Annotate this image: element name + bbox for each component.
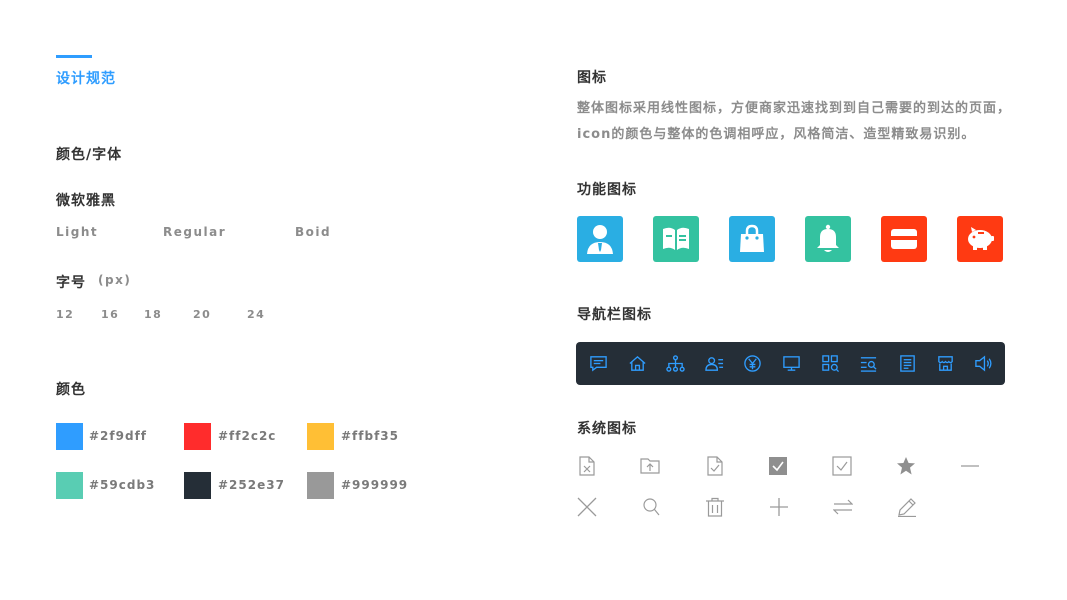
checkbox-checked-icon[interactable] <box>768 456 788 476</box>
nav-icon-bar <box>576 342 1005 385</box>
size-18: 18 <box>144 308 163 321</box>
hex-red: #ff2c2c <box>218 429 277 443</box>
title-accent-bar <box>56 55 92 58</box>
checkbox-icon[interactable] <box>832 456 852 476</box>
bell-icon <box>805 216 851 262</box>
apps-icon[interactable] <box>821 354 840 373</box>
search-list-icon[interactable] <box>859 354 878 373</box>
file-delete-icon[interactable] <box>577 456 597 476</box>
home-icon[interactable] <box>628 354 647 373</box>
hex-teal: #59cdb3 <box>89 478 156 492</box>
folder-upload-icon[interactable] <box>640 456 660 476</box>
weight-light: Light <box>56 225 99 239</box>
font-name: 微软雅黑 <box>56 193 116 209</box>
system-icons-heading: 系统图标 <box>577 421 637 437</box>
document-icon[interactable] <box>898 354 917 373</box>
weight-bold: Boid <box>295 225 332 239</box>
book-icon <box>653 216 699 262</box>
close-icon[interactable] <box>577 497 597 517</box>
contacts-icon[interactable] <box>705 354 724 373</box>
color-font-heading: 颜色/字体 <box>56 147 123 163</box>
shopping-bag-icon <box>729 216 775 262</box>
star-icon[interactable] <box>896 456 916 476</box>
colors-heading: 颜色 <box>56 382 86 398</box>
user-icon <box>577 216 623 262</box>
size-24: 24 <box>247 308 266 321</box>
size-20: 20 <box>193 308 212 321</box>
volume-icon[interactable] <box>974 354 993 373</box>
swatch-dark <box>184 472 211 499</box>
swatch-blue <box>56 423 83 450</box>
swatch-yellow <box>307 423 334 450</box>
size-16: 16 <box>101 308 120 321</box>
file-check-icon[interactable] <box>705 456 725 476</box>
trash-icon[interactable] <box>705 497 725 517</box>
hex-dark: #252e37 <box>218 478 285 492</box>
message-icon[interactable] <box>589 354 608 373</box>
store-icon[interactable] <box>936 354 955 373</box>
function-icons-heading: 功能图标 <box>577 182 637 198</box>
plus-icon[interactable] <box>769 497 789 517</box>
monitor-icon[interactable] <box>782 354 801 373</box>
icons-heading: 图标 <box>577 70 607 86</box>
swatch-gray <box>307 472 334 499</box>
swatch-red <box>184 423 211 450</box>
piggy-bank-icon <box>957 216 1003 262</box>
nav-icons-heading: 导航栏图标 <box>577 307 652 323</box>
size-12: 12 <box>56 308 75 321</box>
page-title: 设计规范 <box>56 71 116 87</box>
hex-blue: #2f9dff <box>89 429 148 443</box>
size-unit: (px) <box>98 273 132 287</box>
edit-icon[interactable] <box>897 497 917 517</box>
size-heading: 字号 <box>56 275 86 291</box>
yen-icon[interactable] <box>743 354 762 373</box>
hex-gray: #999999 <box>341 478 409 492</box>
swap-icon[interactable] <box>833 497 853 517</box>
card-icon <box>881 216 927 262</box>
org-chart-icon[interactable] <box>666 354 685 373</box>
hex-yellow: #ffbf35 <box>341 429 400 443</box>
weight-regular: Regular <box>163 225 227 239</box>
icons-description-line2: icon的颜色与整体的色调相呼应，风格简洁、造型精致易识别。 <box>577 127 976 142</box>
minus-icon[interactable] <box>960 456 980 476</box>
search-icon[interactable] <box>641 497 661 517</box>
swatch-teal <box>56 472 83 499</box>
